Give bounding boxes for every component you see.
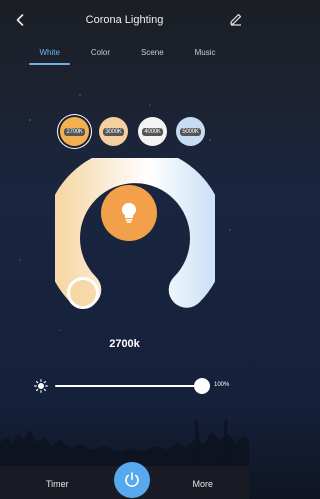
- brightness-slider: 100%: [0, 376, 249, 396]
- tab-music[interactable]: Music: [191, 44, 220, 61]
- pencil-icon[interactable]: [229, 12, 243, 26]
- page-title: Corona Lighting: [85, 14, 164, 26]
- power-icon: [125, 472, 139, 487]
- preset-label: 4000K: [142, 127, 163, 136]
- preset-label: 3000K: [103, 127, 124, 136]
- brightness-percent: 100%: [214, 382, 230, 388]
- preset-2700k-button[interactable]: 2700K: [60, 117, 89, 146]
- preset-4000k-button[interactable]: 4000K: [138, 117, 167, 146]
- preset-label: 2700K: [64, 127, 85, 136]
- lightbulb-icon: [122, 203, 136, 223]
- brightness-thumb[interactable]: [194, 378, 210, 394]
- tab-scene[interactable]: Scene: [137, 44, 168, 61]
- power-button[interactable]: [114, 462, 150, 498]
- tab-white[interactable]: White: [29, 44, 71, 65]
- mode-tabs: White Color Scene Music: [0, 40, 249, 65]
- sun-icon: [34, 379, 48, 393]
- lightbulb-button[interactable]: [101, 185, 157, 241]
- temperature-knob[interactable]: [67, 277, 99, 309]
- chevron-left-icon[interactable]: [14, 12, 26, 28]
- brightness-track[interactable]: [55, 385, 203, 387]
- preset-label: 5000K: [180, 127, 201, 136]
- more-button[interactable]: More: [192, 479, 213, 489]
- preset-3000k-button[interactable]: 3000K: [99, 117, 128, 146]
- timer-button[interactable]: Timer: [46, 479, 69, 489]
- preset-5000k-button[interactable]: 5000K: [176, 117, 205, 146]
- temperature-presets: 2700K 3000K 4000K 5000K: [0, 117, 249, 147]
- header-bar: Corona Lighting: [0, 0, 249, 40]
- temperature-value: 2700k: [109, 338, 140, 350]
- tab-color[interactable]: Color: [87, 44, 114, 61]
